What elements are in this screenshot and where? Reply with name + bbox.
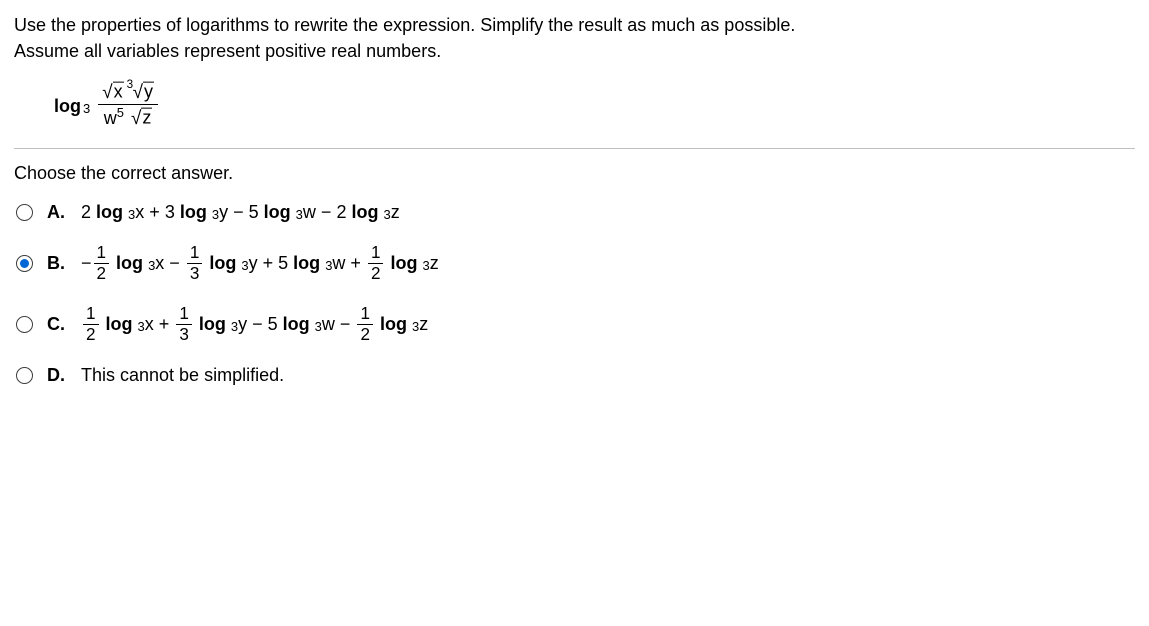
den-w: w: [104, 108, 117, 128]
choice-letter-d: D.: [47, 365, 67, 386]
num-y: y: [143, 82, 154, 101]
choice-b[interactable]: B. − 12 log 3x − 13 log 3y + 5 log 3w + …: [16, 243, 1135, 284]
expression: log 3 √x 3 √y w5 √z: [54, 82, 1135, 130]
choice-d[interactable]: D. This cannot be simplified.: [16, 365, 1135, 386]
den-z: z: [141, 108, 152, 127]
radio-a[interactable]: [16, 204, 33, 221]
instructions-line2: Assume all variables represent positive …: [14, 41, 441, 61]
choose-prompt: Choose the correct answer.: [14, 163, 1135, 184]
num-x: x: [113, 82, 124, 101]
log-base: 3: [83, 101, 90, 116]
question-instructions: Use the properties of logarithms to rewr…: [14, 12, 1135, 64]
choice-c-body: 12 log 3x + 13 log 3y − 5 log 3w − 12 lo…: [81, 304, 428, 345]
main-fraction: √x 3 √y w5 √z: [98, 82, 158, 130]
choice-a[interactable]: A. 2 log 3x + 3 log 3y − 5 log 3w − 2 lo…: [16, 202, 1135, 223]
radio-c[interactable]: [16, 316, 33, 333]
separator: [14, 148, 1135, 149]
choice-letter-a: A.: [47, 202, 67, 223]
choice-d-body: This cannot be simplified.: [81, 365, 284, 386]
choice-a-body: 2 log 3x + 3 log 3y − 5 log 3w − 2 log 3…: [81, 202, 400, 223]
radical-icon: √: [133, 82, 143, 103]
choice-letter-b: B.: [47, 253, 67, 274]
choice-b-body: − 12 log 3x − 13 log 3y + 5 log 3w + 12 …: [81, 243, 439, 284]
log-label: log: [54, 96, 81, 117]
radical-icon: √: [131, 108, 141, 129]
choice-c[interactable]: C. 12 log 3x + 13 log 3y − 5 log 3w − 12…: [16, 304, 1135, 345]
radical-icon: √: [102, 82, 112, 103]
fraction-denominator: w5 √z: [98, 104, 158, 130]
answer-choices: A. 2 log 3x + 3 log 3y − 5 log 3w − 2 lo…: [14, 202, 1135, 386]
den-w-exp: 5: [117, 105, 124, 120]
choice-letter-c: C.: [47, 314, 67, 335]
instructions-line1: Use the properties of logarithms to rewr…: [14, 15, 795, 35]
radio-b[interactable]: [16, 255, 33, 272]
fraction-numerator: √x 3 √y: [98, 82, 158, 104]
cube-root-index: 3: [127, 78, 134, 91]
radio-d[interactable]: [16, 367, 33, 384]
